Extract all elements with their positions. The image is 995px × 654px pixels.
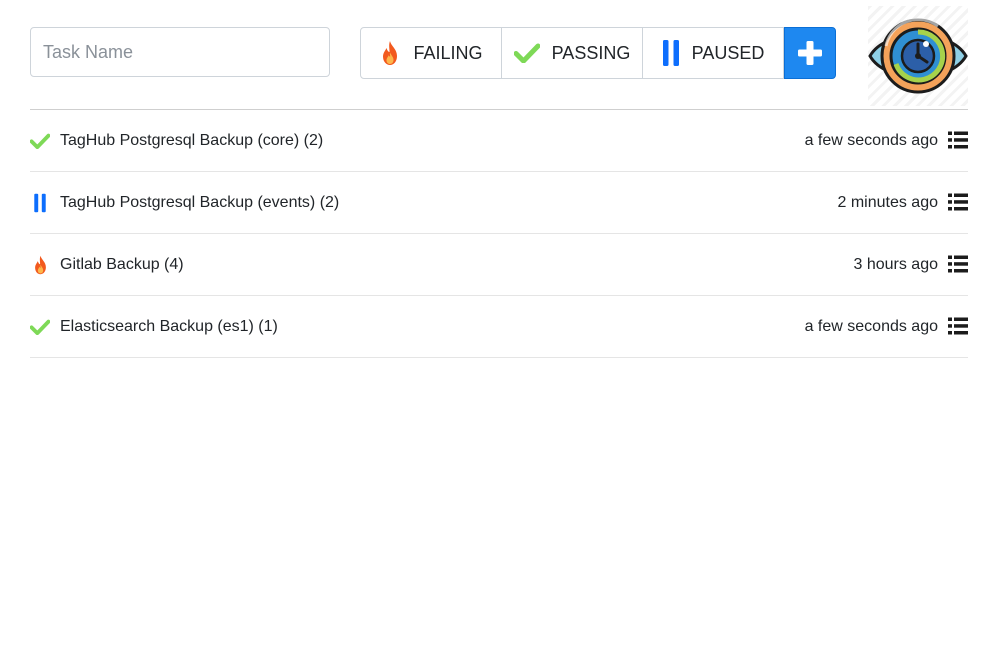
task-last-run: 3 hours ago [853,255,938,273]
pause-icon [662,40,679,66]
check-icon [30,316,50,338]
filter-passing-button[interactable]: PASSING [502,27,643,79]
task-name: Elasticsearch Backup (es1) (1) [60,317,278,335]
task-row[interactable]: Gitlab Backup (4) 3 hours ago [30,234,968,296]
filter-passing-label: PASSING [551,42,631,63]
check-icon [30,130,50,152]
fire-icon [383,41,398,65]
plus-icon [798,41,822,65]
task-last-run: a few seconds ago [804,131,938,149]
list-icon[interactable] [948,193,968,211]
fire-icon [30,254,50,276]
task-row[interactable]: Elasticsearch Backup (es1) (1) a few sec… [30,296,968,358]
list-icon[interactable] [948,255,968,273]
task-name: TagHub Postgresql Backup (events) (2) [60,193,340,211]
task-list: TagHub Postgresql Backup (core) (2) a fe… [30,110,968,358]
task-last-run: a few seconds ago [804,317,938,335]
filter-failing-label: FAILING [413,42,483,63]
task-row[interactable]: TagHub Postgresql Backup (events) (2) 2 … [30,172,968,234]
task-last-run: 2 minutes ago [837,193,938,211]
status-filter-group: FAILING PASSING PAUSED [360,27,836,79]
task-name: Gitlab Backup (4) [60,255,184,273]
filter-failing-button[interactable]: FAILING [360,27,502,79]
check-icon [513,43,540,63]
task-name-search-input[interactable] [30,27,330,77]
task-row[interactable]: TagHub Postgresql Backup (core) (2) a fe… [30,110,968,172]
task-name: TagHub Postgresql Backup (core) (2) [60,131,324,149]
pause-icon [30,192,50,214]
list-icon[interactable] [948,131,968,149]
filter-paused-label: PAUSED [691,42,765,63]
filter-paused-button[interactable]: PAUSED [643,27,784,79]
list-icon[interactable] [948,317,968,335]
add-task-button[interactable] [784,27,836,79]
eye-clock-logo [868,6,968,106]
